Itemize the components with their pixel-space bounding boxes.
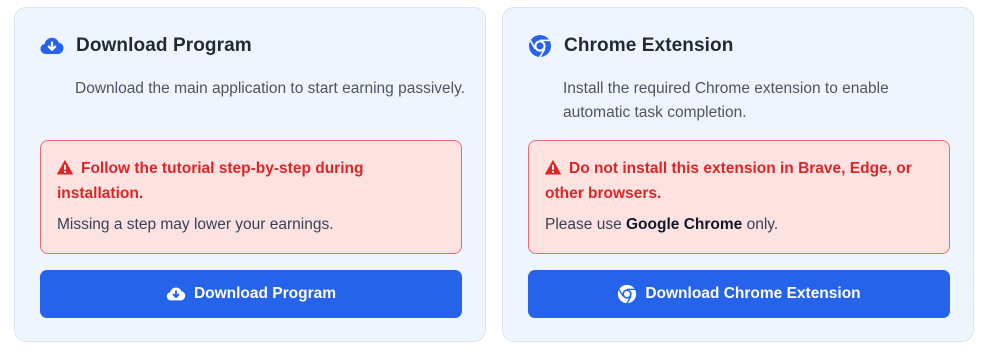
warning-title: Do not install this extension in Brave, … (545, 157, 933, 205)
card-header: Chrome Extension (528, 34, 733, 58)
warning-note: Please use Google Chrome only. (545, 214, 933, 236)
card-description: Install the required Chrome extension to… (563, 80, 889, 121)
note-prefix: Please use (545, 216, 626, 233)
warning-note: Missing a step may lower your earnings. (57, 216, 334, 233)
card-title: Download Program (76, 35, 252, 56)
note-emphasis: Google Chrome (626, 216, 743, 233)
warning-title-text: Do not install this extension in Brave, … (545, 160, 912, 202)
warning-triangle-icon (545, 159, 561, 182)
chrome-icon (617, 284, 637, 304)
warning-box: Follow the tutorial step-by-step during … (40, 140, 462, 254)
warning-box: Do not install this extension in Brave, … (528, 140, 950, 254)
warning-title: Follow the tutorial step-by-step during … (57, 157, 445, 205)
warning-title-text: Follow the tutorial step-by-step during … (57, 160, 364, 202)
card-header: Download Program (40, 34, 252, 58)
download-chrome-extension-button[interactable]: Download Chrome Extension (528, 270, 950, 318)
card-title: Chrome Extension (564, 35, 734, 56)
download-program-card: Download Program Download the main appli… (14, 7, 486, 342)
cloud-download-icon (40, 34, 64, 58)
note-suffix: only. (742, 216, 779, 233)
download-program-button[interactable]: Download Program (40, 270, 462, 318)
card-description: Download the main application to start e… (75, 80, 466, 97)
chrome-extension-card: Chrome Extension Install the required Ch… (502, 7, 974, 342)
warning-triangle-icon (57, 159, 73, 182)
cloud-download-icon (166, 286, 186, 302)
chrome-icon (528, 34, 552, 58)
button-label: Download Program (193, 285, 337, 302)
button-label: Download Chrome Extension (645, 285, 861, 302)
